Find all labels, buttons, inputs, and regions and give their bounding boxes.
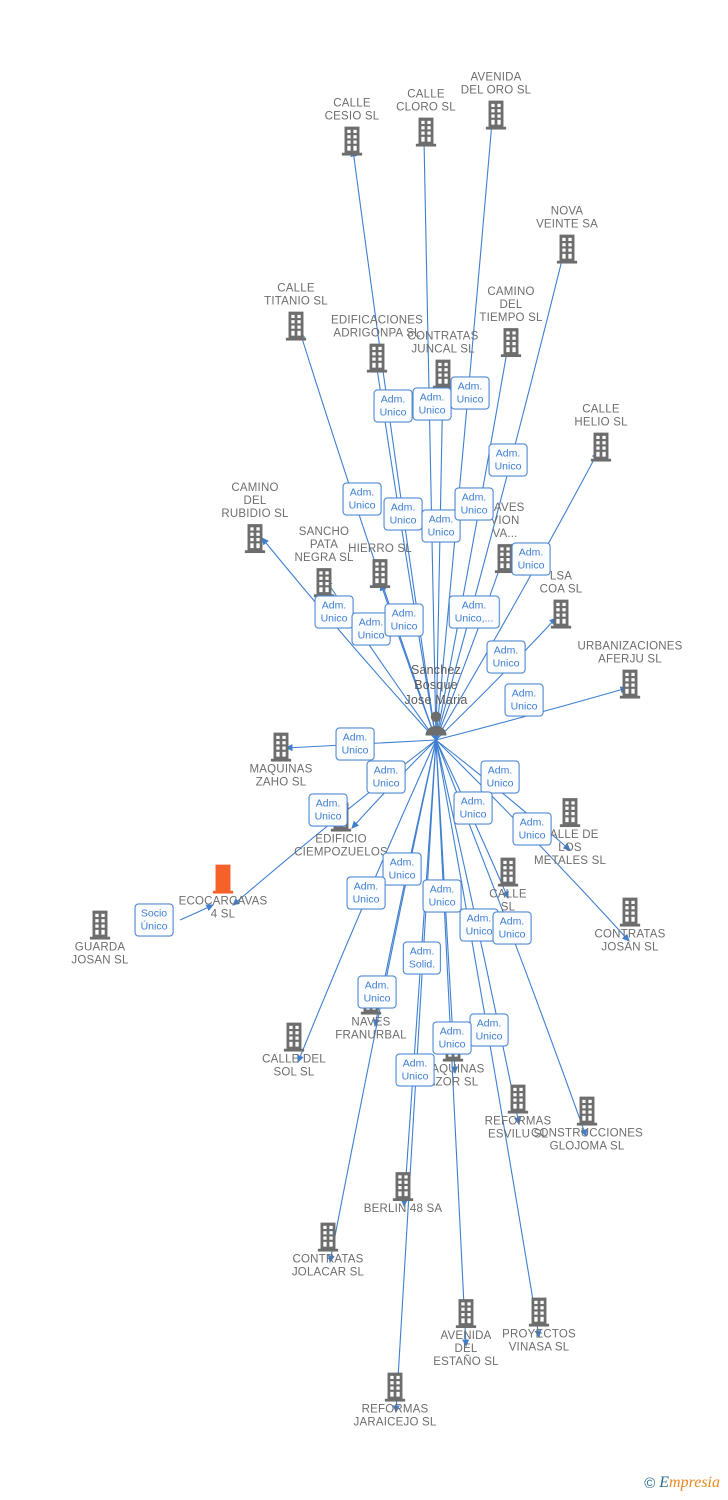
building-icon bbox=[541, 431, 661, 463]
relation-badge[interactable]: Adm. Unico bbox=[469, 1013, 509, 1047]
company-node-urbanizaciones-aferju[interactable]: URBANIZACIONES AFERJU SL bbox=[570, 641, 690, 700]
company-label: REFORMAS JARAICEJO SL bbox=[353, 1403, 437, 1429]
company-node-maquinas-zaho[interactable]: MAQUINAS ZAHO SL bbox=[221, 731, 341, 790]
relation-badge[interactable]: Adm. Unico bbox=[492, 911, 532, 945]
watermark: © Empresia bbox=[644, 1474, 720, 1492]
relation-badge[interactable]: Socio Único bbox=[134, 903, 174, 937]
company-node-camino-del-tiempo[interactable]: CAMINO DEL TIEMPO SL bbox=[451, 286, 571, 358]
building-icon bbox=[448, 856, 568, 888]
company-node-calle-hierro[interactable]: HIERRO SL bbox=[320, 543, 440, 589]
company-node-ecocarcavas-4[interactable]: ECOCARCAVAS 4 SL bbox=[163, 863, 283, 922]
building-icon bbox=[570, 896, 690, 928]
company-label: NOVA VEINTE SA bbox=[536, 205, 598, 231]
company-node-calle-helio[interactable]: CALLE HELIO SL bbox=[541, 404, 661, 463]
relation-badge[interactable]: Adm. Solid. bbox=[402, 941, 442, 975]
relation-badge[interactable]: Adm. Unico bbox=[342, 482, 382, 516]
company-label: ECOCARCAVAS 4 SL bbox=[178, 895, 268, 921]
company-label: AVENIDA DEL ORO SL bbox=[460, 71, 532, 97]
building-icon bbox=[234, 1021, 354, 1053]
relation-badge[interactable]: Adm. Unico bbox=[511, 542, 551, 576]
relation-badge[interactable]: Adm. Unico bbox=[453, 791, 493, 825]
company-label: AVENIDA DEL ESTAÑO SL bbox=[433, 1330, 499, 1368]
building-icon bbox=[343, 1170, 463, 1202]
building-icon bbox=[406, 1297, 526, 1329]
company-label: HIERRO SL bbox=[348, 543, 412, 555]
relation-badge[interactable]: Adm. Unico bbox=[346, 876, 386, 910]
company-node-nova-veinte[interactable]: NOVA VEINTE SA bbox=[507, 206, 627, 265]
relation-badge[interactable]: Adm. Unico bbox=[373, 389, 413, 423]
edge bbox=[350, 148, 437, 741]
company-label: CONTRATAS JOLACAR SL bbox=[291, 1253, 365, 1279]
building-icon bbox=[268, 1221, 388, 1253]
company-label: CAMINO DEL RUBIDIO SL bbox=[221, 482, 289, 520]
building-icon bbox=[320, 557, 440, 589]
building-icon bbox=[451, 326, 571, 358]
building-icon bbox=[501, 598, 621, 630]
network-diagram-canvas: CALLE CESIO SL CALLE CLORO SL AVENIDA DEL ORO… bbox=[0, 0, 728, 1500]
relation-badge[interactable]: Adm. Unico bbox=[412, 387, 452, 421]
relation-badge[interactable]: Adm. Unico bbox=[454, 487, 494, 521]
relation-badge[interactable]: Adm. Unico bbox=[357, 975, 397, 1009]
company-node-avenida-del-oro[interactable]: AVENIDA DEL ORO SL bbox=[436, 72, 556, 131]
relation-badge[interactable]: Adm. Unico,... bbox=[448, 595, 500, 629]
relation-badge[interactable]: Adm. Unico bbox=[314, 595, 354, 629]
company-label: CALLE DEL SOL SL bbox=[262, 1053, 326, 1079]
company-node-calle-del-sol[interactable]: CALLE DEL SOL SL bbox=[234, 1021, 354, 1080]
company-label: CONSTRUCCIONES GLOJOMA SL bbox=[530, 1127, 644, 1153]
building-icon bbox=[507, 233, 627, 265]
relation-badge[interactable]: Adm. Unico bbox=[488, 443, 528, 477]
relation-badge[interactable]: Adm. Unico bbox=[422, 879, 462, 913]
relation-badge[interactable]: Adm. Unico bbox=[366, 760, 406, 794]
relation-badge[interactable]: Adm. Unico bbox=[308, 793, 348, 827]
relation-badge[interactable]: Adm. Unico bbox=[383, 497, 423, 531]
relation-badge[interactable]: Adm. Unico bbox=[480, 760, 520, 794]
edge bbox=[420, 138, 437, 741]
company-node-construcciones-glojoma[interactable]: CONSTRUCCIONES GLOJOMA SL bbox=[527, 1095, 647, 1154]
relation-badge[interactable]: Adm. Unico bbox=[504, 683, 544, 717]
company-node-avenida-del-estano[interactable]: AVENIDA DEL ESTAÑO SL bbox=[406, 1297, 526, 1369]
company-label: MAQUINAS ZAHO SL bbox=[249, 763, 313, 789]
building-icon bbox=[335, 1371, 455, 1403]
company-node-berlin-48[interactable]: BERLIN 48 SA bbox=[343, 1170, 463, 1216]
company-label: CALLE HELIO SL bbox=[574, 403, 628, 429]
building-icon bbox=[163, 863, 283, 895]
company-node-elsa-coa[interactable]: LSA COA SL bbox=[501, 571, 621, 630]
relation-badge[interactable]: Adm. Unico bbox=[450, 376, 490, 410]
relation-badge[interactable]: Adm. Unico bbox=[382, 852, 422, 886]
company-label: CAMINO DEL TIEMPO SL bbox=[479, 286, 543, 324]
person-icon bbox=[376, 708, 496, 738]
company-label: CALLE TITANIO SL bbox=[264, 282, 328, 308]
company-label: CONTRATAS JOSAN SL bbox=[594, 928, 666, 954]
root-person-node[interactable]: Sanchez Bosque Jose Maria bbox=[376, 662, 496, 738]
company-label: BERLIN 48 SA bbox=[363, 1203, 443, 1215]
relation-badge[interactable]: Adm. Unico bbox=[384, 603, 424, 637]
relation-badge[interactable]: Adm. Unico bbox=[335, 727, 375, 761]
company-node-calle-sl[interactable]: CALLE SL bbox=[448, 856, 568, 915]
company-node-contratas-jolacar[interactable]: CONTRATAS JOLACAR SL bbox=[268, 1221, 388, 1280]
company-label: GUARDA JOSAN SL bbox=[71, 941, 129, 967]
building-icon bbox=[570, 668, 690, 700]
copyright-icon: © bbox=[644, 1474, 656, 1492]
company-label: URBANIZACIONES AFERJU SL bbox=[577, 640, 683, 666]
building-icon bbox=[527, 1095, 647, 1127]
root-person-label: Sanchez Bosque Jose Maria bbox=[404, 663, 468, 707]
edge bbox=[435, 120, 495, 741]
company-node-contratas-josan[interactable]: CONTRATAS JOSAN SL bbox=[570, 896, 690, 955]
relation-badge[interactable]: Adm. Unico bbox=[512, 812, 552, 846]
company-node-reformas-jaraicejo[interactable]: REFORMAS JARAICEJO SL bbox=[335, 1371, 455, 1430]
building-icon bbox=[436, 99, 556, 131]
relation-badge[interactable]: Adm. Unico bbox=[395, 1053, 435, 1087]
brand-label: Empresia bbox=[659, 1474, 720, 1491]
building-icon bbox=[221, 731, 341, 763]
relation-badge[interactable]: Adm. Unico bbox=[432, 1021, 472, 1055]
